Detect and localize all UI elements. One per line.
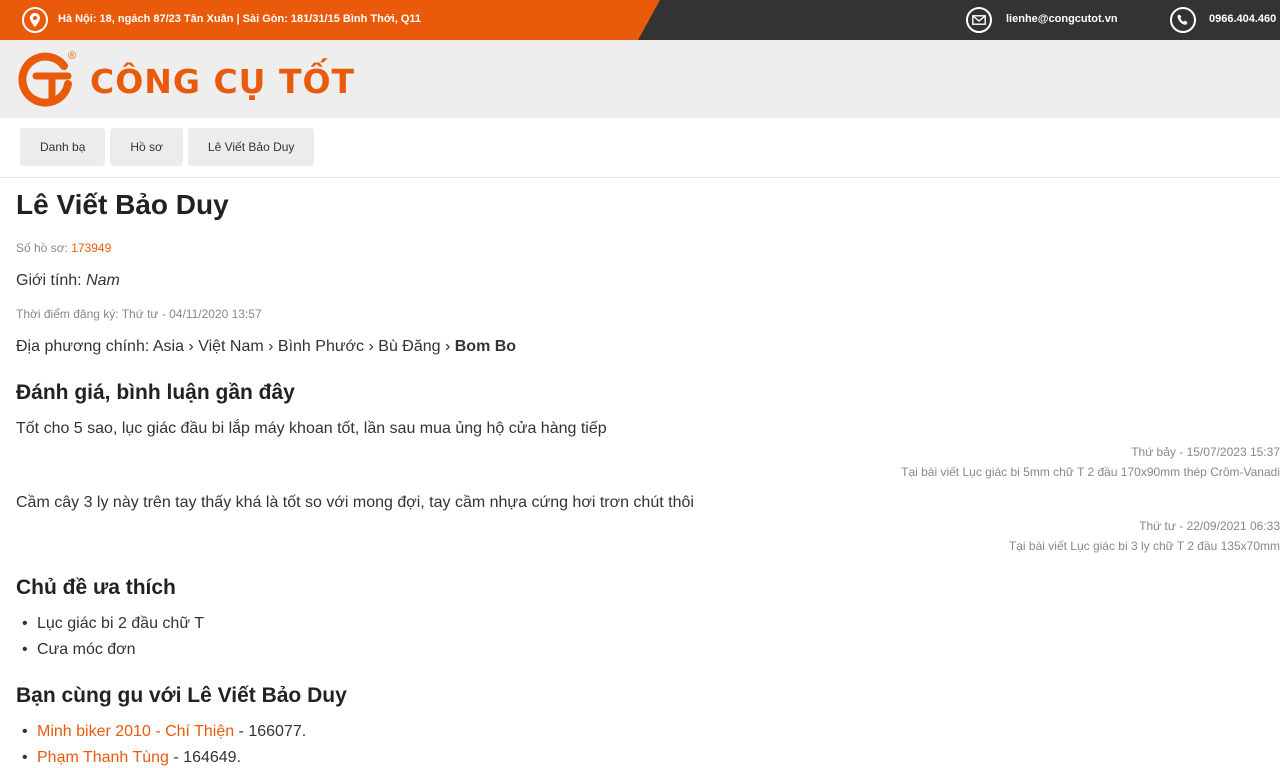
profile-id-value: 173949 [71, 241, 112, 255]
site-header: ® CÔNG CỤ TỐT [0, 40, 1280, 118]
breadcrumb-profiles[interactable]: Hồ sơ [110, 128, 183, 166]
top-info-bar: Hà Nội: 18, ngách 87/23 Tân Xuân | Sài G… [0, 0, 1280, 40]
similar-user-id: - 166077. [234, 723, 307, 740]
similar-users-heading: Bạn cùng gu với Lê Viết Bảo Duy [16, 684, 347, 707]
list-item: Minh biker 2010 - Chí Thiện - 166077. [22, 719, 306, 745]
profile-id-label: Số hồ sơ: [16, 241, 72, 255]
logo-registered-mark: ® [68, 50, 77, 62]
gender-label: Giới tính: [16, 272, 87, 289]
review-post-link[interactable]: Tại bài viết Lục giác bi 3 ly chữ T 2 đầ… [1009, 539, 1280, 553]
review-text: Tốt cho 5 sao, lục giác đầu bi lắp máy k… [16, 420, 607, 437]
review-date: Thứ tư - 22/09/2021 06:33 [1139, 519, 1280, 533]
gender: Giới tính: Nam [16, 272, 120, 290]
list-item[interactable]: Lục giác bi 2 đầu chữ T [22, 611, 204, 637]
similar-user-link[interactable]: Phạm Thanh Tùng [37, 749, 169, 766]
location-path: Địa phương chính: Asia › Việt Nam › Bình… [16, 338, 455, 355]
registration-time: Thời điểm đăng ký: Thứ tư - 04/11/2020 1… [16, 307, 262, 321]
location-pin-icon [22, 7, 48, 33]
favorites-list: Lục giác bi 2 đầu chữ T Cưa móc đơn [22, 611, 204, 663]
favorites-heading: Chủ đề ưa thích [16, 576, 176, 599]
logo-mark-icon[interactable] [16, 52, 74, 108]
review-date: Thứ bảy - 15/07/2023 15:37 [1131, 445, 1280, 459]
contact-email[interactable]: lienhe@congcutot.vn [1006, 13, 1118, 25]
profile-id: Số hồ sơ: 173949 [16, 241, 111, 255]
similar-users-list: Minh biker 2010 - Chí Thiện - 166077. Ph… [22, 719, 306, 768]
location-current: Bom Bo [454, 338, 517, 355]
phone-icon[interactable] [1170, 7, 1196, 33]
reviews-heading: Đánh giá, bình luận gần đây [16, 381, 295, 404]
review-text: Cầm cây 3 ly này trên tay thấy khá là tố… [16, 494, 694, 511]
store-address: Hà Nội: 18, ngách 87/23 Tân Xuân | Sài G… [58, 13, 422, 25]
header-divider [0, 177, 1280, 178]
logo-text[interactable]: CÔNG CỤ TỐT [90, 62, 355, 101]
page-title: Lê Viết Bảo Duy [16, 189, 229, 220]
main-location: Địa phương chính: Asia › Việt Nam › Bình… [16, 338, 516, 356]
similar-user-link[interactable]: Minh biker 2010 - Chí Thiện [37, 723, 234, 740]
breadcrumb: Danh bạ Hồ sơ Lê Viết Bảo Duy [20, 128, 315, 166]
contact-phone[interactable]: 0966.404.460 [1209, 13, 1276, 25]
mail-icon[interactable] [966, 7, 992, 33]
review-post-link[interactable]: Tại bài viết Lục giác bi 5mm chữ T 2 đầu… [901, 465, 1280, 479]
gender-value: Nam [86, 272, 120, 289]
breadcrumb-current-profile[interactable]: Lê Viết Bảo Duy [187, 128, 315, 166]
similar-user-id: - 164649. [168, 749, 242, 766]
list-item: Phạm Thanh Tùng - 164649. [22, 745, 306, 768]
list-item[interactable]: Cưa móc đơn [22, 637, 204, 663]
breadcrumb-directory[interactable]: Danh bạ [20, 128, 106, 166]
